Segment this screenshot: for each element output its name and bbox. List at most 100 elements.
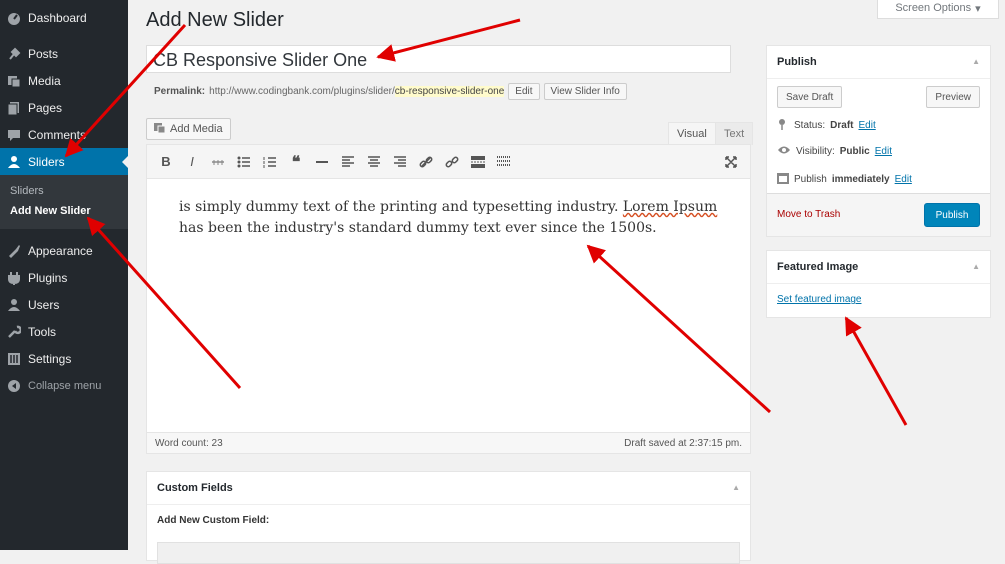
publish-label: Publish: [794, 174, 827, 185]
align-center-icon[interactable]: [361, 150, 387, 174]
menu-label: Appearance: [28, 243, 93, 258]
collapse-toggle-icon[interactable]: ▲: [972, 251, 980, 283]
status-value: Draft: [830, 120, 854, 131]
italic-icon[interactable]: I: [179, 150, 205, 174]
menu-label: Users: [28, 297, 60, 312]
add-media-button[interactable]: Add Media: [146, 118, 231, 140]
collapse-label: Collapse menu: [28, 379, 102, 392]
menu-label: Media: [28, 73, 61, 88]
menu-appearance[interactable]: Appearance: [0, 237, 128, 264]
menu-pages[interactable]: Pages: [0, 94, 128, 121]
custom-fields-title[interactable]: Custom Fields ▲: [147, 472, 750, 505]
screen-options-button[interactable]: Screen Options ▾: [877, 0, 999, 19]
link-icon[interactable]: [413, 150, 439, 174]
collapse-toggle-icon[interactable]: ▲: [732, 472, 740, 504]
bullet-list-icon[interactable]: [231, 150, 257, 174]
custom-fields-table-header: [157, 542, 740, 564]
strikethrough-icon[interactable]: [205, 150, 231, 174]
align-left-icon[interactable]: [335, 150, 361, 174]
edit-schedule-link[interactable]: Edit: [895, 174, 912, 185]
featured-image-heading: Featured Image: [777, 261, 859, 273]
editor-content[interactable]: is simply dummy text of the printing and…: [147, 179, 750, 257]
editor-status-bar: Word count: 23 Draft saved at 2:37:15 pm…: [147, 432, 750, 453]
tab-text[interactable]: Text: [715, 122, 754, 145]
eye-icon: [777, 145, 791, 158]
editor-toolbar: B I ❝: [147, 145, 750, 179]
publish-button[interactable]: Publish: [924, 203, 980, 227]
align-right-icon[interactable]: [387, 150, 413, 174]
brush-icon: [0, 244, 28, 258]
media-icon: [0, 74, 28, 88]
dashboard-icon: [0, 11, 28, 25]
add-media-label: Add Media: [170, 123, 223, 135]
permalink-slug[interactable]: cb-responsive-slider-one: [394, 86, 505, 97]
menu-label: Settings: [28, 351, 72, 366]
menu-media[interactable]: Media: [0, 67, 128, 94]
set-featured-image-link[interactable]: Set featured image: [777, 294, 862, 305]
submenu-sliders[interactable]: Sliders: [0, 181, 128, 201]
bold-icon[interactable]: B: [153, 150, 179, 174]
menu-dashboard[interactable]: Dashboard: [0, 4, 128, 31]
draft-saved-status: Draft saved at 2:37:15 pm.: [624, 437, 742, 449]
collapse-toggle-icon[interactable]: ▲: [972, 46, 980, 78]
visibility-value: Public: [839, 146, 870, 157]
misspelled-text: Lorem Ipsum: [622, 199, 718, 215]
edit-status-link[interactable]: Edit: [858, 120, 875, 131]
menu-label: Dashboard: [28, 10, 87, 25]
collapse-menu[interactable]: Collapse menu: [0, 372, 128, 399]
toolbar-toggle-icon[interactable]: [491, 150, 517, 174]
publish-actions: Move to Trash Publish: [767, 193, 990, 236]
horizontal-line-icon[interactable]: [309, 150, 335, 174]
view-slider-button[interactable]: View Slider Info: [543, 83, 627, 100]
status-row: Status: Draft Edit: [777, 118, 876, 133]
preview-button[interactable]: Preview: [926, 86, 980, 108]
fullscreen-icon[interactable]: [718, 150, 744, 174]
unlink-icon[interactable]: [439, 150, 465, 174]
calendar-icon: [777, 172, 789, 187]
screen-options-label: Screen Options: [895, 2, 972, 14]
word-count: Word count: 23: [155, 437, 223, 449]
editor-text-end: has been the industry's standard dummy t…: [179, 220, 657, 236]
menu-label: Posts: [28, 46, 59, 61]
edit-visibility-link[interactable]: Edit: [875, 146, 892, 157]
edit-permalink-button[interactable]: Edit: [508, 83, 540, 100]
main-content: Screen Options ▾ Add New Slider CB Respo…: [128, 0, 1005, 564]
menu-posts[interactable]: Posts: [0, 40, 128, 67]
menu-label: Tools: [28, 324, 57, 339]
media-icon: [154, 122, 166, 137]
sliders-submenu: Sliders Add New Slider: [0, 175, 128, 229]
menu-sliders[interactable]: Sliders: [0, 148, 128, 175]
move-to-trash-link[interactable]: Move to Trash: [777, 209, 840, 220]
schedule-row: Publish immediately Edit: [777, 172, 912, 187]
user-icon: [0, 298, 28, 312]
admin-sidebar: Dashboard Posts Media Pages Comments Sli…: [0, 0, 128, 550]
publish-value: immediately: [831, 174, 890, 185]
menu-comments[interactable]: Comments: [0, 121, 128, 148]
menu-settings[interactable]: Settings: [0, 345, 128, 372]
title-input[interactable]: CB Responsive Slider One: [146, 45, 731, 73]
pin-icon: [0, 47, 28, 61]
numbered-list-icon[interactable]: [257, 150, 283, 174]
menu-users[interactable]: Users: [0, 291, 128, 318]
permalink-row: Permalink: http://www.codingbank.com/plu…: [154, 83, 627, 100]
menu-label: Plugins: [28, 270, 68, 285]
blockquote-icon[interactable]: ❝: [283, 150, 309, 174]
menu-label: Comments: [28, 127, 87, 142]
editor-text-start: is simply dummy text of the printing and…: [179, 199, 623, 215]
submenu-add-new-slider[interactable]: Add New Slider: [0, 201, 128, 221]
menu-tools[interactable]: Tools: [0, 318, 128, 345]
page-title: Add New Slider: [146, 9, 284, 31]
content-editor: B I ❝ is simply dummy text of the printi…: [146, 144, 751, 454]
comment-icon: [0, 128, 28, 142]
menu-label: Sliders: [28, 154, 65, 169]
menu-plugins[interactable]: Plugins: [0, 264, 128, 291]
custom-fields-heading: Custom Fields: [157, 482, 233, 494]
permalink-base: http://www.codingbank.com/plugins/slider…: [209, 86, 395, 97]
tab-visual[interactable]: Visual: [668, 122, 716, 145]
read-more-icon[interactable]: [465, 150, 491, 174]
publish-title[interactable]: Publish ▲: [767, 46, 990, 79]
save-draft-button[interactable]: Save Draft: [777, 86, 843, 108]
add-custom-field-label: Add New Custom Field:: [157, 515, 270, 526]
featured-image-title[interactable]: Featured Image ▲: [767, 251, 990, 284]
plugin-icon: [0, 271, 28, 285]
